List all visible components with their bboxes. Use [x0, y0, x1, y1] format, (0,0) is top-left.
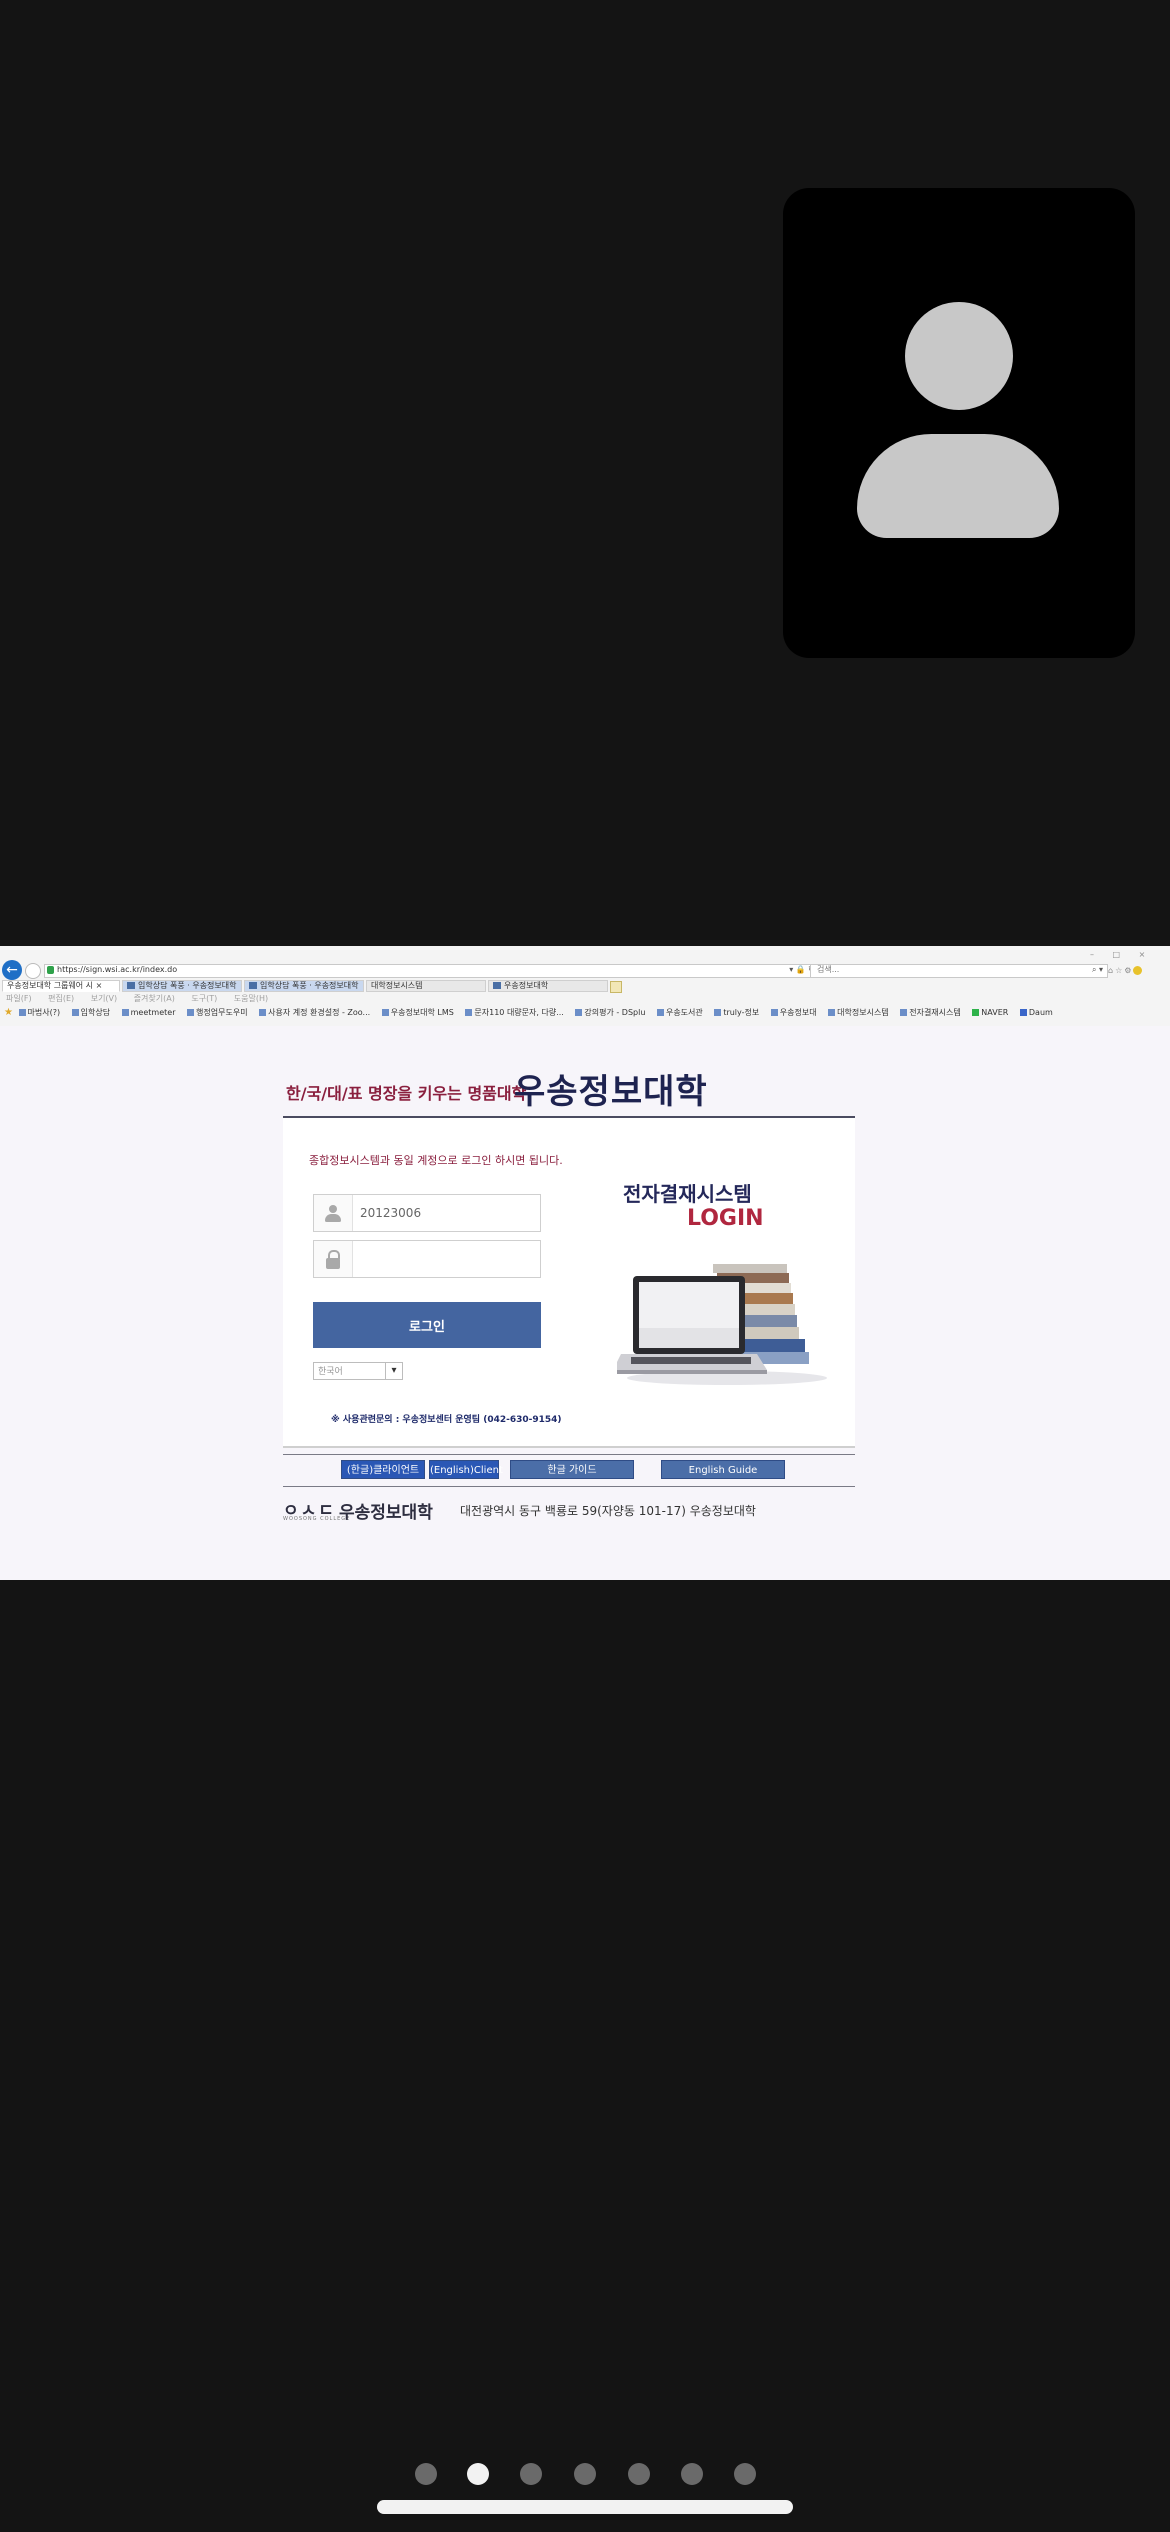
footer-logo: ㅇㅅㄷ WOOSONG COLLEGE 우송정보대학 — [283, 1496, 443, 1523]
footer-address: 대전광역시 동구 백룡로 59(자양동 101-17) 우송정보대학 — [460, 1504, 756, 1518]
gear-icon[interactable]: ⚙ — [1124, 966, 1133, 975]
system-title: 전자결재시스템 — [623, 1182, 752, 1206]
page-indicator — [0, 2463, 1170, 2487]
favorite-link[interactable]: 전자결재시스템 — [900, 1008, 961, 1018]
person-silhouette-body-icon — [857, 434, 1059, 538]
tab-admission-1[interactable]: 입학상담 폭풍 · 우송정보대학 — [122, 980, 242, 992]
login-page: 한/국/대/표 명장을 키우는 명품대학 우송정보대학 종합정보시스템과 동일 … — [0, 1026, 1170, 1580]
client-download-ko-button[interactable]: (한글)클라이언트 — [341, 1460, 425, 1479]
system-login-label: LOGIN — [687, 1206, 764, 1231]
menu-favorites[interactable]: 즐겨찾기(A) — [134, 994, 175, 1003]
page-dot[interactable] — [681, 2463, 703, 2485]
guide-ko-button[interactable]: 한글 가이드 — [510, 1460, 634, 1479]
username-input[interactable] — [354, 1195, 546, 1231]
school-title: 우송정보대학 — [514, 1072, 708, 1112]
favorite-link[interactable]: 사용자 계정 환경설정 - Zoo... — [259, 1008, 370, 1018]
favorite-link[interactable]: 우송정보대학 LMS — [381, 1008, 454, 1018]
page-dot[interactable] — [734, 2463, 756, 2485]
favorite-link[interactable]: Daum — [1019, 1008, 1053, 1018]
tab-admission-2[interactable]: 입학상담 폭풍 · 우송정보대학 — [244, 980, 364, 992]
lock-icon — [47, 966, 54, 974]
favorites-star-icon[interactable]: ★ — [4, 1007, 13, 1018]
footer-school-name: 우송정보대학 — [339, 1503, 433, 1523]
favorite-link[interactable]: 입학상담 — [71, 1008, 110, 1018]
favorites-bar: ★ 마법사(?) 입학상담 meetmeter 행정업무도우미 사용자 계정 환… — [0, 1008, 1170, 1022]
page-dot[interactable] — [520, 2463, 542, 2485]
favorite-link[interactable]: 행정업무도우미 — [187, 1008, 248, 1018]
laptop-books-illustration — [617, 1264, 827, 1385]
address-bar[interactable]: https://sign.wsi.ac.kr/index.do ▾ 🔒 ↻ — [44, 964, 820, 978]
back-arrow-icon[interactable]: ← — [2, 960, 22, 980]
favorite-link[interactable]: 문자110 대량문자, 다량... — [465, 1008, 564, 1018]
search-icon[interactable]: ⌕ ▾ — [1092, 965, 1103, 975]
language-selected: 한국어 — [318, 1367, 343, 1377]
favorite-link[interactable]: 대학정보시스템 — [828, 1008, 889, 1018]
toolbar-icons[interactable]: ⌂☆⚙ — [1108, 966, 1143, 976]
page-dot[interactable] — [628, 2463, 650, 2485]
browser-chrome: ← https://sign.wsi.ac.kr/index.do ▾ 🔒 ↻ … — [0, 946, 1170, 1027]
tab-strip: 우송정보대학 그룹웨어 시 × 입학상담 폭풍 · 우송정보대학 입학상담 폭풍… — [0, 980, 1170, 993]
menu-help[interactable]: 도움말(H) — [234, 994, 268, 1003]
guide-en-button[interactable]: English Guide — [661, 1460, 785, 1479]
favorite-link[interactable]: NAVER — [972, 1008, 1008, 1018]
menu-tools[interactable]: 도구(T) — [191, 994, 217, 1003]
menu-view[interactable]: 보기(V) — [91, 994, 117, 1003]
favorites-star-icon[interactable]: ☆ — [1115, 966, 1124, 975]
divider — [283, 1486, 855, 1487]
tab-groupware[interactable]: 우송정보대학 그룹웨어 시 × — [2, 980, 120, 992]
feedback-smiley-icon[interactable] — [1133, 966, 1143, 975]
site-favicon-icon — [127, 982, 135, 989]
contact-photo-placeholder — [783, 188, 1135, 658]
favorite-link[interactable]: 우송정보대 — [770, 1008, 817, 1018]
menu-bar: 파일(F) 편집(E) 보기(V) 즐겨찾기(A) 도구(T) 도움말(H) — [0, 994, 1170, 1006]
menu-edit[interactable]: 편집(E) — [48, 994, 74, 1003]
site-favicon-icon — [249, 982, 257, 989]
login-panel: 종합정보시스템과 동일 계정으로 로그인 하시면 됩니다. 로그인 한국어 ▾ … — [283, 1118, 855, 1448]
address-text: https://sign.wsi.ac.kr/index.do — [57, 965, 178, 974]
favorite-link[interactable]: meetmeter — [121, 1008, 175, 1018]
page-dot[interactable] — [574, 2463, 596, 2485]
favorite-link[interactable]: 마법사(?) — [18, 1008, 60, 1018]
client-download-en-button[interactable]: (English)Client — [429, 1460, 503, 1479]
search-placeholder: 검색... — [817, 965, 840, 974]
divider — [283, 1454, 855, 1455]
new-tab-button[interactable] — [610, 981, 622, 993]
site-header: 한/국/대/표 명장을 키우는 명품대학 우송정보대학 — [286, 1064, 856, 1112]
page-dot-active[interactable] — [467, 2463, 489, 2485]
tab-info-system[interactable]: 대학정보시스템 — [366, 980, 486, 992]
favorite-link[interactable]: 강의평가 - DSplu — [575, 1008, 645, 1018]
menu-file[interactable]: 파일(F) — [6, 994, 32, 1003]
login-notice: 종합정보시스템과 동일 계정으로 로그인 하시면 됩니다. — [309, 1154, 563, 1167]
person-silhouette-head-icon — [905, 302, 1013, 410]
password-input[interactable] — [354, 1241, 546, 1277]
search-input[interactable]: 검색... ⌕ ▾ — [810, 964, 1108, 978]
window-controls[interactable]: – □ × — [1090, 950, 1153, 960]
tab-college[interactable]: 우송정보대학 — [488, 980, 608, 992]
page-dot[interactable] — [415, 2463, 437, 2485]
favorite-link[interactable]: 우송도서관 — [656, 1008, 703, 1018]
home-indicator[interactable] — [377, 2500, 793, 2514]
chevron-down-icon[interactable]: ▾ — [385, 1363, 402, 1379]
site-favicon-icon — [493, 982, 501, 989]
support-contact: ※ 사용관련문의 : 우송정보센터 운영팀 (042-630-9154) — [331, 1415, 562, 1425]
forward-button[interactable] — [25, 963, 41, 979]
guide-buttons: (한글)클라이언트 (English)Client 한글 가이드 English… — [283, 1460, 855, 1480]
favorite-link[interactable]: truly-정보 — [714, 1008, 759, 1018]
shared-screenshot: ← https://sign.wsi.ac.kr/index.do ▾ 🔒 ↻ … — [0, 946, 1170, 1580]
lock-icon — [314, 1241, 353, 1277]
password-field[interactable] — [313, 1240, 546, 1278]
language-select[interactable]: 한국어 ▾ — [313, 1362, 403, 1380]
slogan: 한/국/대/표 명장을 키우는 명품대학 — [286, 1084, 527, 1103]
user-icon — [314, 1195, 353, 1231]
username-field[interactable] — [313, 1194, 546, 1232]
login-button[interactable]: 로그인 — [313, 1302, 541, 1348]
